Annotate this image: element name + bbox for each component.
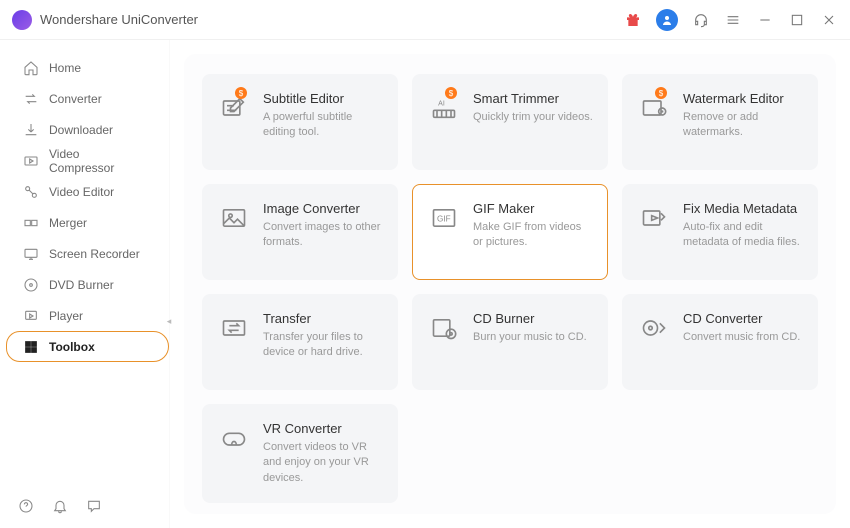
app-title: Wondershare UniConverter <box>40 12 198 27</box>
feedback-icon[interactable] <box>86 498 102 514</box>
tile-title: VR Converter <box>263 421 383 436</box>
tool-tile-watermark[interactable]: $ Watermark Editor Remove or add watermark… <box>622 74 818 170</box>
tile-title: CD Converter <box>683 311 803 326</box>
price-badge: $ <box>235 87 247 99</box>
tile-title: Image Converter <box>263 201 383 216</box>
gif-icon: GIF <box>427 201 461 235</box>
titlebar: Wondershare UniConverter <box>0 0 850 40</box>
tile-desc: Burn your music to CD. <box>473 330 593 345</box>
bell-icon[interactable] <box>52 498 68 514</box>
tool-tile-trimmer[interactable]: $AI Smart Trimmer Quickly trim your videos… <box>412 74 608 170</box>
tool-tile-transfer[interactable]: Transfer Transfer your files to device or… <box>202 294 398 390</box>
sidebar-item-editor[interactable]: Video Editor <box>6 176 163 207</box>
sidebar-label: Player <box>49 309 83 323</box>
tile-desc: Transfer your files to device or hard dr… <box>263 330 383 361</box>
tile-title: GIF Maker <box>473 201 593 216</box>
sidebar-item-dvd[interactable]: DVD Burner <box>6 269 163 300</box>
sidebar-item-merger[interactable]: Merger <box>6 207 163 238</box>
maximize-icon[interactable] <box>788 11 806 29</box>
gift-icon[interactable] <box>624 11 642 29</box>
user-avatar-icon[interactable] <box>656 9 678 31</box>
content-area: $ Subtitle Editor A powerful subtitle edit… <box>170 40 850 528</box>
sidebar-item-compressor[interactable]: Video Compressor <box>6 145 163 176</box>
tile-desc: Convert music from CD. <box>683 330 803 345</box>
tile-title: Transfer <box>263 311 383 326</box>
help-icon[interactable] <box>18 498 34 514</box>
tool-tile-cdburn[interactable]: CD Burner Burn your music to CD. <box>412 294 608 390</box>
price-badge: $ <box>445 87 457 99</box>
svg-text:AI: AI <box>438 101 445 108</box>
tile-desc: Convert videos to VR and enjoy on your V… <box>263 440 383 486</box>
app-logo <box>12 10 32 30</box>
sidebar: Home Converter Downloader Video Compress… <box>0 40 170 528</box>
toolbox-panel: $ Subtitle Editor A powerful subtitle edit… <box>184 54 836 514</box>
tile-title: Watermark Editor <box>683 91 803 106</box>
sidebar-item-player[interactable]: Player <box>6 300 163 331</box>
sidebar-item-downloader[interactable]: Downloader <box>6 114 163 145</box>
cdburn-icon <box>427 311 461 345</box>
menu-icon[interactable] <box>724 11 742 29</box>
tool-tile-vr[interactable]: VR Converter Convert videos to VR and enj… <box>202 404 398 503</box>
sidebar-item-home[interactable]: Home <box>6 52 163 83</box>
tile-desc: Remove or add watermarks. <box>683 110 803 141</box>
sidebar-label: Converter <box>49 92 102 106</box>
tool-tile-image[interactable]: Image Converter Convert images to other f… <box>202 184 398 280</box>
vr-icon <box>217 421 251 455</box>
tile-desc: Auto-fix and edit metadata of media file… <box>683 220 803 251</box>
sidebar-label: Toolbox <box>49 340 95 354</box>
tile-desc: A powerful subtitle editing tool. <box>263 110 383 141</box>
minimize-icon[interactable] <box>756 11 774 29</box>
sidebar-label: DVD Burner <box>49 278 114 292</box>
tool-tile-subtitle[interactable]: $ Subtitle Editor A powerful subtitle edit… <box>202 74 398 170</box>
sidebar-item-converter[interactable]: Converter <box>6 83 163 114</box>
tool-tile-cdconv[interactable]: CD Converter Convert music from CD. <box>622 294 818 390</box>
sidebar-label: Video Compressor <box>49 147 146 175</box>
tool-tile-gif[interactable]: GIF GIF Maker Make GIF from videos or pict… <box>412 184 608 280</box>
image-icon <box>217 201 251 235</box>
tile-desc: Quickly trim your videos. <box>473 110 593 125</box>
transfer-icon <box>217 311 251 345</box>
tile-desc: Convert images to other formats. <box>263 220 383 251</box>
tile-title: Smart Trimmer <box>473 91 593 106</box>
sidebar-label: Downloader <box>49 123 113 137</box>
tool-tile-metadata[interactable]: Fix Media Metadata Auto-fix and edit meta… <box>622 184 818 280</box>
sidebar-item-recorder[interactable]: Screen Recorder <box>6 238 163 269</box>
sidebar-item-toolbox[interactable]: Toolbox <box>6 331 169 362</box>
metadata-icon <box>637 201 671 235</box>
sidebar-label: Merger <box>49 216 87 230</box>
close-icon[interactable] <box>820 11 838 29</box>
tile-desc: Make GIF from videos or pictures. <box>473 220 593 251</box>
tile-title: Subtitle Editor <box>263 91 383 106</box>
sidebar-label: Video Editor <box>49 185 114 199</box>
tile-title: CD Burner <box>473 311 593 326</box>
sidebar-label: Screen Recorder <box>49 247 140 261</box>
sidebar-label: Home <box>49 61 81 75</box>
headset-icon[interactable] <box>692 11 710 29</box>
cdconv-icon <box>637 311 671 345</box>
collapse-sidebar-icon[interactable]: ◂ <box>163 315 175 327</box>
svg-text:GIF: GIF <box>437 215 451 224</box>
price-badge: $ <box>655 87 667 99</box>
tile-title: Fix Media Metadata <box>683 201 803 216</box>
